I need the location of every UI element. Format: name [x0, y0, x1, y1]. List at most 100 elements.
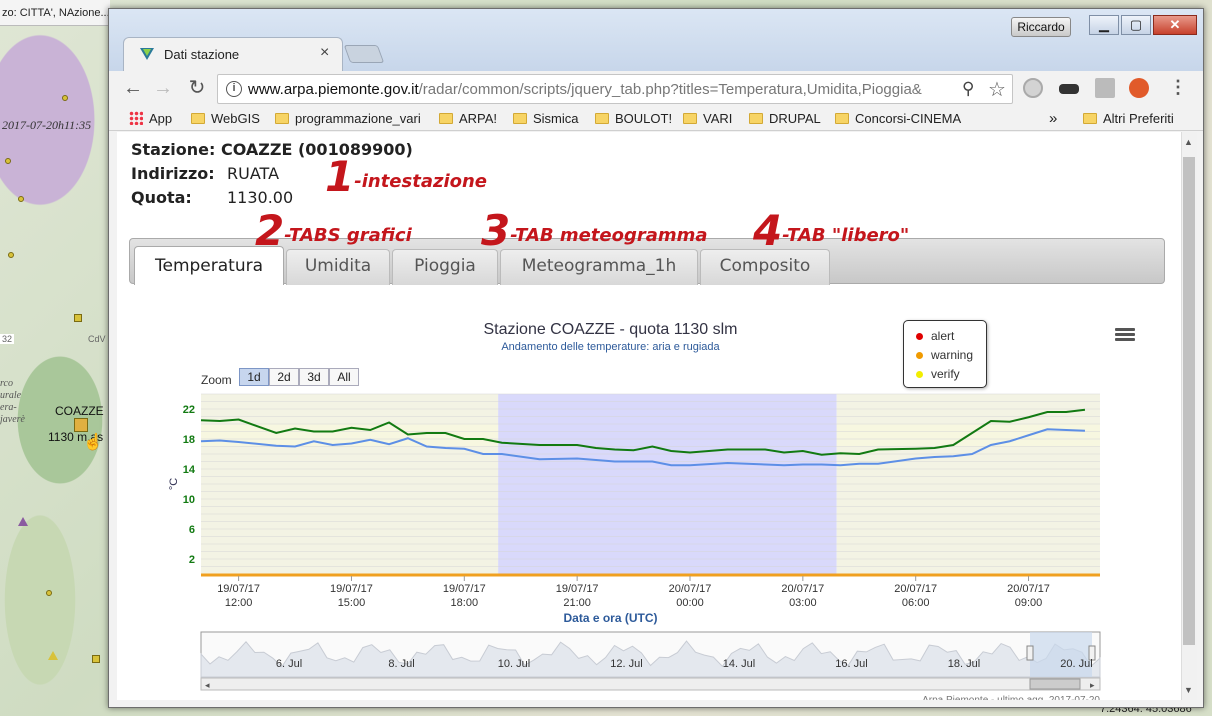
- title-bar[interactable]: Dati stazione × Riccardo ▁ ▢ ✕: [109, 9, 1203, 71]
- y-tick-label: 18: [183, 434, 195, 446]
- map-marker[interactable]: [18, 196, 24, 202]
- maximize-button[interactable]: ▢: [1121, 15, 1151, 35]
- scroll-right-arrow-icon: ▸: [1090, 680, 1095, 690]
- range-button-all[interactable]: All: [329, 368, 359, 386]
- navigator-label: 16. Jul: [835, 658, 867, 670]
- map-marker[interactable]: [74, 314, 82, 322]
- navigator-label: 18. Jul: [948, 658, 980, 670]
- tab-title: Dati stazione: [164, 47, 240, 62]
- y-tick-label: 10: [183, 494, 195, 506]
- map-marker[interactable]: [92, 655, 100, 663]
- bookmark-item[interactable]: VARI: [683, 110, 732, 128]
- x-tick-time: 06:00: [902, 597, 930, 609]
- minimize-button[interactable]: ▁: [1089, 15, 1119, 35]
- person-extension-icon[interactable]: [1095, 78, 1115, 98]
- x-tick-date: 20/07/17: [1007, 583, 1050, 595]
- bookmark-item[interactable]: BOULOT!: [595, 110, 672, 128]
- chart-menu-icon[interactable]: [1115, 328, 1135, 342]
- bookmark-item[interactable]: Sismica: [513, 110, 579, 128]
- page-content: Stazione: COAZZE (001089900) Indirizzo: …: [117, 132, 1181, 700]
- quota-value: 1130.00: [227, 188, 294, 207]
- x-tick-date: 20/07/17: [781, 583, 824, 595]
- chart-title: Stazione COAZZE - quota 1130 slm: [483, 321, 737, 338]
- map-side-labels: rco urale era- javerè: [0, 378, 25, 425]
- road-badge: 32: [0, 334, 15, 344]
- navigator-handle-left: [1026, 645, 1034, 661]
- range-button-3d[interactable]: 3d: [299, 368, 329, 386]
- bookmark-item[interactable]: Concorsi-CINEMA: [835, 110, 961, 128]
- forward-arrow-icon[interactable]: →: [151, 77, 175, 101]
- folder-icon: [835, 113, 849, 124]
- navigator-label: 12. Jul: [610, 658, 642, 670]
- bookmark-star-icon[interactable]: ☆: [988, 77, 1006, 102]
- map-marker[interactable]: [46, 590, 52, 596]
- address-value: RUATA: [227, 164, 280, 183]
- x-axis-label: Data e ora (UTC): [563, 611, 657, 625]
- map-marker[interactable]: [5, 158, 11, 164]
- x-tick-time: 03:00: [789, 597, 817, 609]
- annotation-2: 2-TABS grafici: [255, 206, 412, 255]
- skype-extension-icon[interactable]: [1023, 78, 1043, 98]
- browser-window: Dati stazione × Riccardo ▁ ▢ ✕ ← → ↻ i w…: [108, 8, 1204, 708]
- quota-label: Quota:: [131, 188, 192, 207]
- zoom-magnifier-icon[interactable]: ⚲: [962, 79, 974, 99]
- navigator-scroll-thumb: [1029, 678, 1081, 690]
- map-marker[interactable]: [8, 252, 14, 258]
- reload-icon[interactable]: ↻: [185, 77, 209, 101]
- folder-icon: [1083, 113, 1097, 124]
- address-bar[interactable]: i www.arpa.piemonte.gov.it/radar/common/…: [217, 74, 1013, 104]
- legend-item-warning: warning: [916, 348, 973, 362]
- new-tab-button[interactable]: [343, 45, 385, 63]
- legend-dot: [916, 352, 923, 359]
- map-place-label: CdV: [88, 334, 106, 344]
- map-timestamp: 2017-07-20h11:35: [2, 118, 92, 132]
- chart-credits: Arpa Piemonte - ultimo agg. 2017-07-20: [922, 695, 1100, 700]
- duckduckgo-extension-icon[interactable]: [1129, 78, 1149, 98]
- legend-item-verify: verify: [916, 367, 960, 381]
- x-tick-time: 00:00: [676, 597, 704, 609]
- bookmark-item[interactable]: ARPA!: [439, 110, 497, 128]
- x-tick-time: 12:00: [225, 597, 253, 609]
- back-arrow-icon[interactable]: ←: [121, 77, 145, 101]
- folder-icon: [275, 113, 289, 124]
- x-tick-date: 20/07/17: [669, 583, 712, 595]
- scroll-up-arrow-icon[interactable]: ▲: [1184, 137, 1193, 147]
- map-station-label: COAZZE: [55, 404, 104, 418]
- bookmarks-overflow-button[interactable]: »: [1049, 110, 1057, 128]
- chart-legend: alert warning verify: [903, 320, 987, 388]
- scroll-down-arrow-icon[interactable]: ▼: [1184, 685, 1193, 695]
- annotation-4: 4-TAB "libero": [753, 206, 910, 255]
- chart-subtitle: Andamento delle temperature: aria e rugi…: [501, 341, 720, 353]
- x-tick-date: 19/07/17: [330, 583, 373, 595]
- range-button-2d[interactable]: 2d: [269, 368, 299, 386]
- bookmark-item[interactable]: WebGIS: [191, 110, 260, 128]
- bookmarks-bar: App WebGIS programmazione_vari ARPA! Sis…: [109, 107, 1203, 131]
- map-triangle-marker[interactable]: [18, 517, 28, 526]
- navigator-label: 10. Jul: [498, 658, 530, 670]
- temperature-chart[interactable]: 2 6 10 14 18 22 °C 19/07/17 12:00 19/07/17 15:00 19…: [157, 302, 1135, 700]
- navigator-label: 14. Jul: [723, 658, 755, 670]
- url-text[interactable]: www.arpa.piemonte.gov.it/radar/common/sc…: [248, 81, 954, 98]
- browser-tab[interactable]: Dati stazione ×: [123, 37, 343, 71]
- range-button-1d[interactable]: 1d: [239, 368, 269, 386]
- y-tick-label: 22: [183, 404, 195, 416]
- x-tick-date: 20/07/17: [894, 583, 937, 595]
- bookmark-apps[interactable]: App: [129, 110, 172, 128]
- profile-button[interactable]: Riccardo: [1011, 17, 1071, 37]
- arpa-favicon-icon: [140, 48, 154, 60]
- y-axis-label: °C: [168, 478, 180, 490]
- navigator-label: 20. Jul: [1060, 658, 1092, 670]
- bookmark-item[interactable]: DRUPAL: [749, 110, 821, 128]
- map-triangle-marker[interactable]: [48, 651, 58, 660]
- browser-menu-icon[interactable]: ⋮: [1169, 77, 1187, 98]
- bookmark-other[interactable]: Altri Preferiti: [1083, 110, 1174, 128]
- map-marker[interactable]: [62, 95, 68, 101]
- navigator-label: 8. Jul: [388, 658, 414, 670]
- info-icon[interactable]: i: [226, 81, 242, 97]
- tab-close-icon[interactable]: ×: [320, 44, 329, 62]
- scrollbar-thumb[interactable]: [1183, 157, 1195, 645]
- bookmark-item[interactable]: programmazione_vari: [275, 110, 425, 128]
- folder-icon: [683, 113, 697, 124]
- close-window-button[interactable]: ✕: [1153, 15, 1197, 35]
- incognito-extension-icon[interactable]: [1059, 84, 1079, 94]
